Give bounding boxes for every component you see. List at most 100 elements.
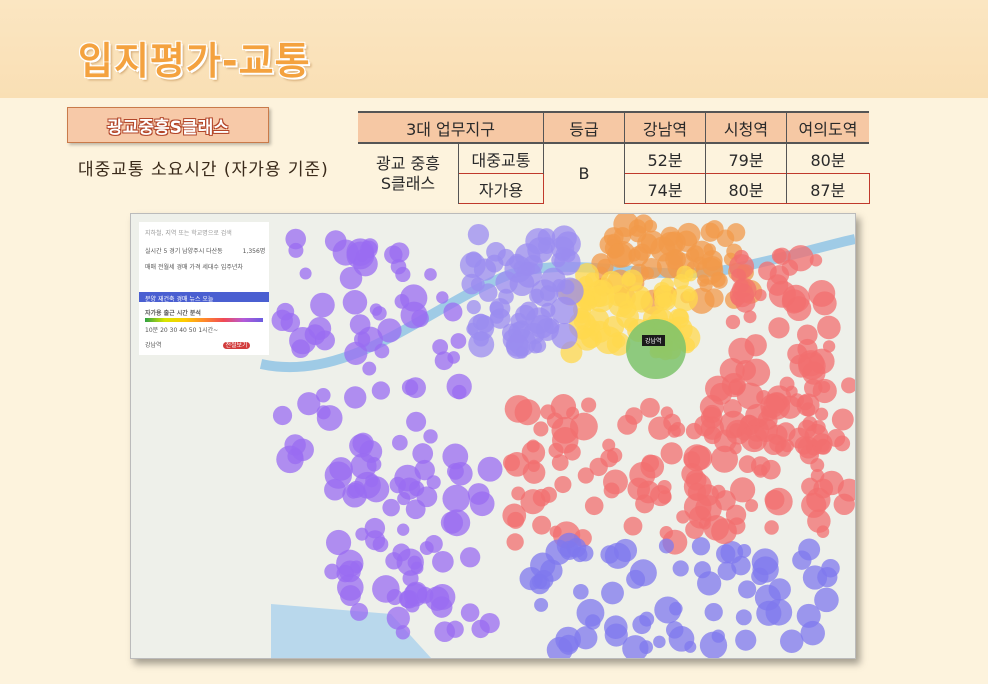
heat-blob: [691, 537, 711, 556]
heat-blob: [450, 333, 467, 349]
heat-blob: [570, 412, 598, 441]
heat-blob: [768, 317, 790, 339]
heat-blob: [452, 384, 467, 400]
heat-blob: [584, 496, 604, 516]
heat-blob: [291, 339, 310, 359]
heat-blob: [366, 456, 382, 472]
heat-blob: [394, 464, 421, 492]
heat-blob: [548, 442, 564, 458]
tab-households: 세대수: [202, 264, 219, 271]
heat-blob: [440, 511, 464, 534]
heat-blob: [291, 438, 314, 462]
commute-heatmap[interactable]: 지하철, 지역 또는 학교명으로 검색 실시간 5 경기 남양주시 다산동 1,…: [130, 213, 856, 659]
heat-blob: [506, 533, 524, 551]
heat-blob: [355, 527, 369, 541]
heat-blob: [308, 316, 332, 340]
page-title: 입지평가-교통: [78, 39, 311, 83]
heat-blob: [809, 253, 823, 267]
heat-blob: [682, 288, 696, 302]
heat-blob: [738, 455, 757, 473]
category-bar[interactable]: 분양 재건축 경매 뉴스 오늘: [139, 292, 269, 303]
heat-blob: [639, 611, 655, 627]
destination-field[interactable]: 강남역 전철보기: [145, 340, 250, 349]
heat-blob: [402, 570, 419, 587]
heat-blob: [613, 227, 632, 245]
heat-blob: [626, 569, 646, 589]
heat-blob: [715, 490, 736, 511]
heat-blob: [625, 407, 643, 425]
heat-blob: [372, 536, 389, 553]
heat-blob: [372, 575, 400, 603]
tab-auction: 경매: [176, 264, 188, 271]
heat-blob: [771, 248, 787, 264]
destination-pin[interactable]: 강남역: [642, 335, 665, 346]
heat-blob: [660, 277, 674, 292]
heat-blob: [395, 266, 411, 283]
heat-blob: [816, 525, 830, 538]
heat-blob: [469, 491, 495, 517]
mode-cell: 대중교통: [458, 142, 544, 174]
heat-blob: [522, 461, 546, 484]
heat-blob: [604, 623, 628, 647]
tab-sale: 매매: [145, 264, 157, 271]
heat-blob: [603, 469, 628, 495]
time-cell: 74분: [624, 173, 706, 204]
heat-blob: [574, 626, 598, 650]
heat-blob: [447, 351, 460, 364]
heat-blob: [575, 327, 599, 351]
heat-blob: [324, 461, 353, 489]
heat-blob: [477, 456, 503, 482]
heat-blob: [831, 408, 854, 431]
heat-blob: [752, 556, 779, 583]
heat-blob: [280, 312, 301, 333]
category-items: 분양 재건축 경매 뉴스 오늘: [145, 296, 214, 303]
heat-blob: [801, 477, 820, 496]
heat-blob: [653, 635, 666, 649]
heat-blob: [711, 518, 737, 545]
heat-blob: [365, 474, 379, 488]
heat-blob: [768, 578, 791, 601]
heat-blob: [540, 302, 556, 318]
map-sidebar: 지하철, 지역 또는 학교명으로 검색 실시간 5 경기 남양주시 다산동 1,…: [139, 222, 269, 355]
heat-blob: [554, 248, 581, 276]
row-label: 광교 중흥 S클래스: [358, 142, 459, 204]
heat-blob: [699, 631, 728, 658]
route-info: 실시간 5 경기 남양주시 다산동 1,356명: [145, 248, 266, 255]
header-cell-yeouido: 여의도역: [786, 111, 869, 144]
heat-blob: [325, 529, 352, 556]
heat-blob: [382, 498, 400, 517]
header-cell-grade: 등급: [543, 111, 625, 144]
subtitle: 대중교통 소요시간 (자가용 기준): [78, 160, 329, 180]
filter-tabs[interactable]: 매매 전월세 경매 가격 세대수 입주년차: [145, 262, 243, 271]
heat-blob: [419, 541, 434, 556]
heat-blob: [581, 397, 597, 413]
heat-blob: [371, 381, 391, 400]
heat-blob: [710, 382, 732, 405]
heat-blob: [673, 274, 689, 290]
heat-blob: [397, 491, 411, 506]
heat-blob: [621, 272, 636, 287]
heat-blob: [600, 449, 619, 468]
heat-blob: [406, 411, 427, 432]
heat-blob: [525, 228, 552, 255]
heat-blob: [543, 318, 560, 334]
heat-blob: [753, 464, 768, 478]
grade-cell: B: [543, 142, 625, 204]
heat-blob: [344, 386, 367, 409]
heat-blob: [342, 482, 367, 508]
header-cell-gangnam: 강남역: [624, 111, 706, 144]
project-name-box: 광교중흥S클래스: [67, 107, 269, 143]
heat-blob: [812, 378, 837, 404]
heat-blob: [395, 625, 411, 640]
heat-blob: [310, 292, 335, 318]
destination-zone: [626, 319, 686, 379]
heat-blob: [623, 516, 643, 536]
heat-blob: [349, 434, 373, 458]
commute-table: 3대 업무지구 등급 강남역 시청역 여의도역 광교 중흥 S클래스 대중교통 …: [358, 111, 870, 204]
time-cell: 87분: [786, 173, 870, 204]
heat-blob: [403, 583, 428, 607]
search-input[interactable]: 지하철, 지역 또는 학교명으로 검색: [145, 228, 232, 237]
heat-blob: [339, 266, 363, 290]
heat-blob: [554, 475, 572, 494]
heat-blob: [745, 499, 759, 513]
